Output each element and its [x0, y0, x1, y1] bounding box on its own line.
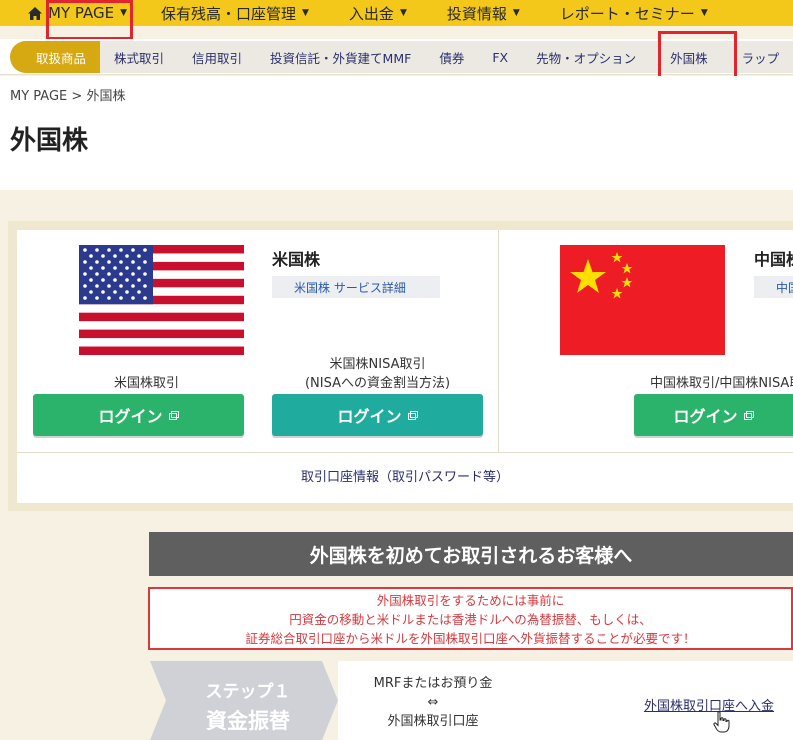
market-cards: 米国株 米国株 サービス詳細 米国株取引 ログイン 米国株NISA取引 (NIS…: [8, 221, 793, 511]
nav-item-label: 保有残高・口座管理: [160, 4, 296, 23]
step1-title: 資金振替: [206, 709, 290, 733]
nav-item-deposit[interactable]: 入出金 ▼: [349, 3, 407, 24]
us-nisa-login-button[interactable]: ログイン: [272, 394, 483, 436]
us-trade-caption: 米国株取引: [113, 376, 179, 391]
account-info-link[interactable]: 取引口座情報（取引パスワード等）: [17, 466, 793, 485]
tab-bond[interactable]: 債券: [425, 41, 478, 73]
caption-line: 米国株NISA取引: [329, 357, 426, 372]
nav-item-report[interactable]: レポート・セミナー ▼: [560, 3, 708, 24]
tab-margin[interactable]: 信用取引: [178, 41, 256, 73]
us-nisa-caption: 米国株NISA取引 (NISAへの資金割当方法): [272, 355, 483, 393]
breadcrumb-home[interactable]: MY PAGE: [10, 89, 67, 104]
breadcrumb-separator: >: [71, 89, 83, 104]
new-window-icon: [407, 410, 418, 420]
step1-desc-line: MRFまたはお預り金: [373, 676, 493, 691]
login-label: ログイン: [673, 407, 738, 426]
new-window-icon: [168, 410, 179, 420]
breadcrumb-current: 外国株: [86, 89, 126, 104]
nav-item-label: レポート・セミナー: [559, 4, 695, 23]
tab-fx[interactable]: FX: [478, 41, 522, 73]
tab-futures[interactable]: 先物・オプション: [522, 41, 650, 73]
tab-wrap[interactable]: ラップ: [728, 41, 793, 73]
us-login-button[interactable]: ログイン: [33, 394, 244, 436]
nav-item-label: 入出金: [348, 4, 394, 23]
china-flag-icon: [560, 245, 725, 355]
highlight-box-mypage: [46, 0, 133, 40]
first-time-notice: 外国株取引をするためには事前に 円資金の移動と米ドルまたは香港ドルへの為替振替、…: [148, 587, 793, 650]
tab-stock[interactable]: 株式取引: [100, 41, 178, 73]
market-card-panel: 米国株 米国株 サービス詳細 米国株取引 ログイン 米国株NISA取引 (NIS…: [17, 230, 793, 503]
step1-description: MRFまたはお預り金 ⇔ 外国株取引口座: [338, 674, 528, 731]
cn-trade-caption-text: 中国株取引/中国株NISA取引: [650, 376, 793, 391]
first-time-banner: 外国株を初めてお取引されるお客様へ: [149, 532, 793, 576]
step1-desc-arrow: ⇔: [427, 695, 439, 710]
tab-products[interactable]: 取扱商品: [10, 41, 101, 73]
caret-down-icon: ▼: [512, 8, 520, 18]
nav-item-balance[interactable]: 保有残高・口座管理 ▼: [161, 3, 309, 24]
us-flag-icon: [79, 245, 244, 355]
nav-item-invest-info[interactable]: 投資情報 ▼: [447, 3, 520, 24]
caption-line: (NISAへの資金割当方法): [304, 376, 451, 391]
divider: [498, 230, 499, 452]
nav-item-label: 投資情報: [446, 4, 507, 23]
tab-fund[interactable]: 投資信託・外貨建てMMF: [256, 41, 425, 73]
new-window-icon: [743, 410, 754, 420]
cn-login-button[interactable]: ログイン: [634, 394, 793, 436]
cn-market-name-text: 中国株: [754, 250, 793, 269]
home-icon[interactable]: [28, 6, 42, 20]
notice-line: 証券総合取引口座から米ドルを外国株取引口座へ外貨振替することが必要です！: [245, 631, 696, 646]
caret-down-icon: ▼: [700, 8, 708, 18]
divider: [17, 452, 793, 453]
cn-trade-caption: 中国株取引/中国株NISA取引: [650, 374, 793, 393]
us-service-detail-link[interactable]: 米国株 サービス詳細: [272, 276, 440, 298]
breadcrumb: MY PAGE > 外国株: [10, 85, 125, 104]
notice-line: 円資金の移動と米ドルまたは香港ドルへの為替振替、もしくは、: [289, 612, 652, 627]
step1-label: ステップ１: [205, 682, 291, 702]
caret-down-icon: ▼: [399, 8, 407, 18]
caret-down-icon: ▼: [302, 8, 309, 18]
login-label: ログイン: [98, 407, 163, 426]
page-title: 外国株: [10, 126, 89, 156]
step1-desc-line: 外国株取引口座: [387, 714, 479, 729]
us-market-name: 米国株: [272, 250, 321, 269]
hand-cursor-icon: [713, 711, 730, 733]
cn-market-name: 中国株: [754, 246, 793, 270]
cn-service-detail-link[interactable]: 中国株 サービス詳細: [754, 276, 793, 298]
notice-line: 外国株取引をするためには事前に: [376, 593, 565, 608]
login-label: ログイン: [337, 407, 402, 426]
deposit-to-foreign-account-link[interactable]: 外国株取引口座へ入金: [644, 695, 774, 714]
